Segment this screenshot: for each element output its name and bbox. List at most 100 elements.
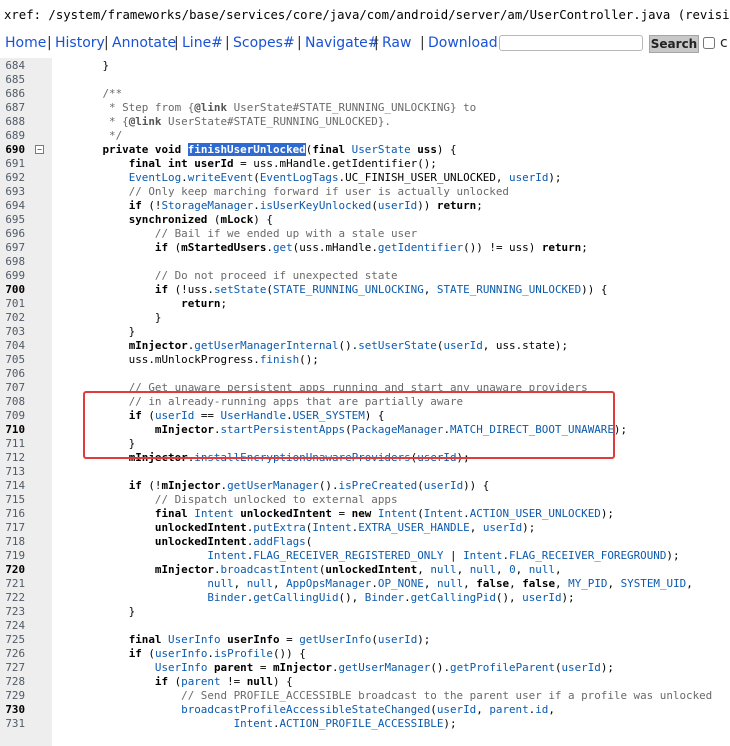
line-number-link[interactable]: 725 (0, 633, 25, 647)
line-number-link[interactable]: 716 (0, 507, 25, 521)
code-text: } (50, 325, 136, 338)
line-number-link[interactable]: 730 (0, 703, 25, 717)
history-link[interactable]: History (55, 35, 105, 51)
separator: | (47, 35, 52, 51)
line-number-link[interactable]: 690 (0, 143, 25, 157)
line-number-link[interactable]: 705 (0, 353, 25, 367)
code-line: 718 unlockedIntent.addFlags( (0, 535, 730, 549)
line-number-link[interactable]: 700 (0, 283, 25, 297)
line-number-link[interactable]: 719 (0, 549, 25, 563)
line-number-link[interactable]: 715 (0, 493, 25, 507)
code-line: 709 if (userId == UserHandle.USER_SYSTEM… (0, 409, 730, 423)
code-text: // in already-running apps that are part… (128, 395, 464, 408)
line-number-link[interactable]: 724 (0, 619, 25, 633)
line-number-link[interactable]: 711 (0, 437, 25, 451)
code-line: 693 // Only keep marching forward if use… (0, 185, 730, 199)
line-number-link[interactable]: 693 (0, 185, 25, 199)
line-number-link[interactable]: 701 (0, 297, 25, 311)
line-number-link[interactable]: 704 (0, 339, 25, 353)
line-number-link[interactable]: 710 (0, 423, 25, 437)
code-text: final UserInfo userInfo = getUserInfo(us… (128, 633, 431, 646)
line-number-link[interactable]: 694 (0, 199, 25, 213)
line-number-link[interactable]: 718 (0, 535, 25, 549)
code-text: * Step from {@link UserState#STATE_RUNNI… (50, 101, 477, 114)
code-text: // Do not proceed if unexpected state (154, 269, 398, 282)
code-text: UserInfo parent = mInjector.getUserManag… (154, 661, 614, 674)
code-line: 715 // Dispatch unlocked to external app… (0, 493, 730, 507)
code-text: } (50, 311, 162, 324)
line-number-link[interactable]: 684 (0, 59, 25, 73)
line-number-link[interactable]: 697 (0, 241, 25, 255)
line-number-link[interactable]: 699 (0, 269, 25, 283)
code-line: 724 (0, 619, 730, 633)
code-text: final int userId = uss.mHandle.getIdenti… (128, 157, 437, 170)
search-option-label: c (720, 35, 728, 51)
line-number-link[interactable]: 720 (0, 563, 25, 577)
search-button[interactable]: Search (649, 35, 699, 53)
line-number-link[interactable]: 696 (0, 227, 25, 241)
line-number-link[interactable]: 698 (0, 255, 25, 269)
raw-link[interactable]: Raw (382, 35, 411, 51)
code-text: mInjector.startPersistentApps(PackageMan… (154, 423, 628, 436)
line-number-link[interactable]: 729 (0, 689, 25, 703)
line-number-link[interactable]: 727 (0, 661, 25, 675)
code-line: 707 // Get unaware persistent apps runni… (0, 381, 730, 395)
code-text: // Dispatch unlocked to external apps (154, 493, 398, 506)
line-number-link[interactable]: 713 (0, 465, 25, 479)
line-number-link[interactable]: 717 (0, 521, 25, 535)
code-text: Binder.getCallingUid(), Binder.getCallin… (207, 591, 575, 604)
line-number-link[interactable]: 686 (0, 87, 25, 101)
annotate-link[interactable]: Annotate (112, 35, 176, 51)
line-number-link[interactable]: Line# (182, 35, 223, 51)
line-number-link[interactable]: 708 (0, 395, 25, 409)
code-text: broadcastProfileAccessibleStateChanged(u… (181, 703, 555, 716)
line-number-link[interactable]: 722 (0, 591, 25, 605)
navigate-link[interactable]: Navigate# (305, 35, 380, 51)
code-text: if (parent != null) { (154, 675, 293, 688)
line-number-link[interactable]: 692 (0, 171, 25, 185)
fold-toggle-icon[interactable]: − (35, 145, 44, 154)
line-number-link[interactable]: 695 (0, 213, 25, 227)
line-number-link[interactable]: 703 (0, 325, 25, 339)
code-text: EventLog.writeEvent(EventLogTags.UC_FINI… (128, 171, 562, 184)
code-view: 684 } 685 686 /** 687 * Step from {@link Us… (0, 58, 730, 746)
line-number-link[interactable]: 731 (0, 717, 25, 731)
line-number-link[interactable]: 689 (0, 129, 25, 143)
scopes-link[interactable]: Scopes# (233, 35, 295, 51)
line-number-link[interactable]: 688 (0, 115, 25, 129)
toolbar: Home | History | Annotate | Line# | Scop… (0, 32, 730, 56)
line-number-link[interactable]: 685 (0, 73, 25, 87)
line-number-link[interactable]: 707 (0, 381, 25, 395)
line-number-link[interactable]: 721 (0, 577, 25, 591)
code-text: unlockedIntent.addFlags( (154, 535, 313, 548)
line-number-link[interactable]: 709 (0, 409, 25, 423)
line-number-link[interactable]: 687 (0, 101, 25, 115)
line-number-link[interactable]: 728 (0, 675, 25, 689)
line-number-link[interactable]: 723 (0, 605, 25, 619)
code-line: 688 * {@link UserState#STATE_RUNNING_UNL… (0, 115, 730, 129)
code-text: null, null, AppOpsManager.OP_NONE, null,… (207, 577, 693, 590)
code-line: 685 (0, 73, 730, 87)
line-number-link[interactable]: 691 (0, 157, 25, 171)
search-input[interactable] (499, 35, 643, 51)
code-text: * {@link UserState#STATE_RUNNING_UNLOCKE… (50, 115, 391, 128)
search-option-checkbox[interactable] (703, 37, 715, 49)
code-line: 702 } (0, 311, 730, 325)
code-text: final Intent unlockedIntent = new Intent… (154, 507, 614, 520)
line-number-link[interactable]: 726 (0, 647, 25, 661)
line-number-link[interactable]: 706 (0, 367, 25, 381)
code-line: 687 * Step from {@link UserState#STATE_R… (0, 101, 730, 115)
separator: | (174, 35, 179, 51)
code-line: 684 } (0, 59, 730, 73)
line-number-link[interactable]: 712 (0, 451, 25, 465)
code-text: Intent.FLAG_RECEIVER_REGISTERED_ONLY | I… (207, 549, 680, 562)
line-number-link[interactable]: 714 (0, 479, 25, 493)
home-link[interactable]: Home (5, 35, 46, 51)
code-line: 690 − private void finishUserUnlocked(fin… (0, 143, 730, 157)
code-line: 729 // Send PROFILE_ACCESSIBLE broadcast… (0, 689, 730, 703)
download-link[interactable]: Download (428, 35, 498, 51)
line-number-link[interactable]: 702 (0, 311, 25, 325)
code-text: if (userInfo.isProfile()) { (128, 647, 306, 660)
code-line: 731 Intent.ACTION_PROFILE_ACCESSIBLE); (0, 717, 730, 731)
code-text: // Send PROFILE_ACCESSIBLE broadcast to … (181, 689, 713, 702)
